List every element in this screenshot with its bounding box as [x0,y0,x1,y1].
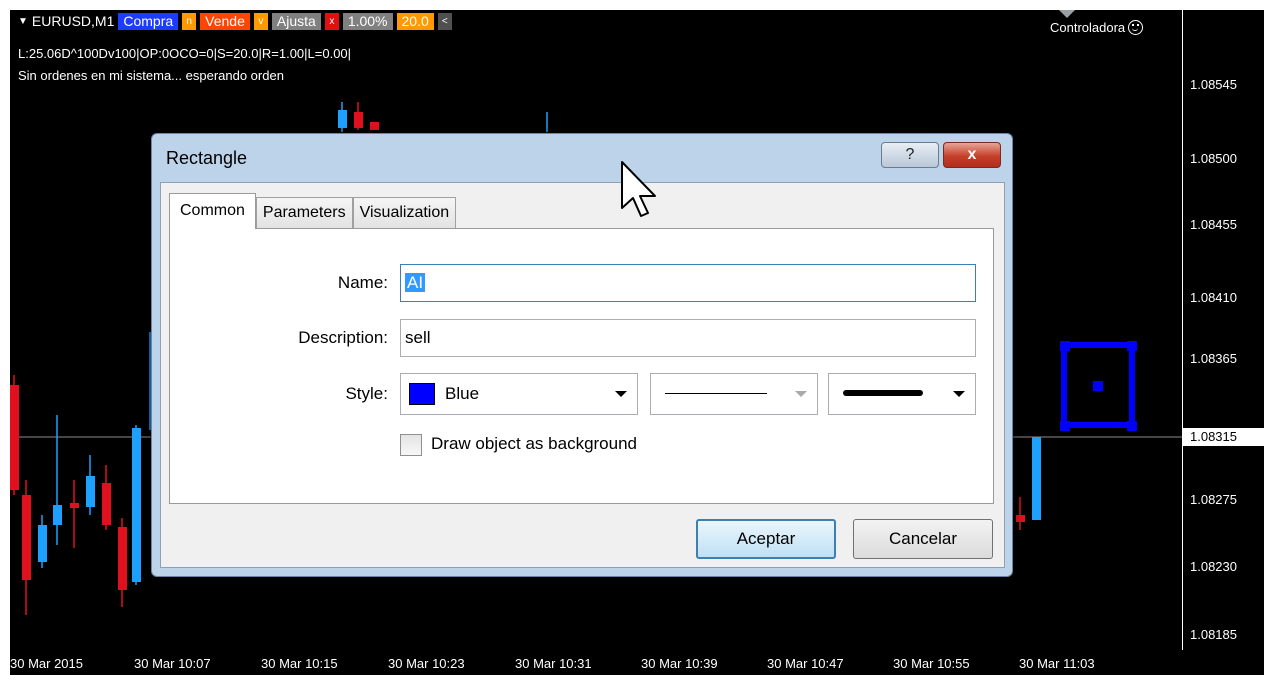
candle-body [370,122,379,130]
dropdown-triangle-icon[interactable]: ▼ [18,16,28,27]
close-orders-button[interactable]: x [324,12,339,30]
price-tick-label: 1.08545 [1190,77,1237,92]
candle-body [10,385,19,490]
time-tick-label: 30 Mar 10:23 [388,656,465,671]
dialog-body: Common Parameters Visualization Name: AI… [160,182,1005,568]
candle-body [70,503,79,508]
candle-body [102,483,111,525]
chart-header: ▼ EURUSD,M1 Compra n Vende v Ajusta x 1.… [18,12,452,30]
price-tick-label: 1.08410 [1190,290,1237,305]
collapse-panel-button[interactable]: < [437,12,452,30]
chevron-down-icon [795,391,807,397]
dialog-title: Rectangle [166,148,248,168]
candle-body [1016,515,1025,522]
current-price-label: 1.08315 [1182,428,1264,446]
price-tick-label: 1.08455 [1190,217,1237,232]
time-tick-label: 30 Mar 10:07 [134,656,211,671]
color-swatch [409,383,435,405]
style-label: Style: [345,384,388,403]
line-width-preview [843,390,923,396]
help-button[interactable]: ? [881,142,939,168]
candle-body [86,476,95,507]
price-axis[interactable] [1182,10,1264,650]
mouse-cursor-icon [621,161,656,217]
tab-strip: Common Parameters Visualization [169,193,457,229]
price-tick-label: 1.08500 [1190,151,1237,166]
ea-status-line: L:25.06D^100Dv100|OP:0OCO=0|S=20.0|R=1.0… [18,46,352,61]
common-tab-panel: Name: AI Description: sell Style: Blue D… [169,228,994,504]
expert-name: Controladora [1050,20,1126,35]
sell-mode-button[interactable]: v [253,12,268,30]
shift-marker-icon[interactable] [1059,10,1075,18]
candle-body [1032,437,1041,520]
selection-handle [1060,421,1070,431]
chevron-down-icon [953,391,965,397]
name-label: Name: [337,273,388,292]
selection-handle [1127,341,1137,351]
price-tick-label: 1.08275 [1190,492,1237,507]
time-axis[interactable]: 30 Mar 2015 30 Mar 10:07 30 Mar 10:15 30… [10,650,1264,675]
chevron-down-icon [615,391,627,397]
candle-body [118,527,127,590]
time-tick-label: 30 Mar 10:31 [515,656,592,671]
stop-field[interactable]: 20.0 [396,12,434,30]
name-input[interactable]: AI [400,264,976,302]
time-tick-label: 30 Mar 10:15 [261,656,338,671]
sell-button[interactable]: Vende [200,12,250,30]
name-value: AI [405,273,426,292]
time-tick-label: 30 Mar 2015 [10,656,83,671]
selection-handle [1060,341,1070,351]
symbol-label: EURUSD,M1 [31,13,115,29]
price-tick-label: 1.08365 [1190,351,1237,366]
selection-handle [1127,421,1137,431]
line-width-select[interactable] [828,373,976,415]
tab-visualization[interactable]: Visualization [352,197,457,229]
candle-body [53,505,62,525]
ok-button[interactable]: Aceptar [696,519,836,559]
adjust-button[interactable]: Ajusta [271,12,321,30]
buy-button[interactable]: Compra [118,12,179,30]
risk-percent-field[interactable]: 1.00% [342,12,393,30]
candle-body [38,525,47,562]
price-tick-label: 1.08230 [1190,559,1237,574]
dialog-title-bar[interactable]: Rectangle ? x [152,134,1012,182]
candle-body [338,110,347,128]
expert-advisor-label: Controladora [1050,20,1144,35]
selection-handle [1093,381,1103,391]
tab-parameters[interactable]: Parameters [255,197,353,229]
candle-body [132,428,141,582]
line-style-select[interactable] [650,373,818,415]
smiley-icon [1128,20,1144,35]
time-tick-label: 30 Mar 11:03 [1019,656,1095,671]
buy-mode-button[interactable]: n [182,12,197,30]
candle-body [354,112,363,128]
background-checkbox[interactable] [400,434,422,456]
close-button[interactable]: x [943,142,1001,168]
cancel-button[interactable]: Cancelar [853,519,993,559]
description-label: Description: [298,328,388,347]
candle-body [22,495,31,580]
color-value: Blue [445,384,480,403]
time-tick-label: 30 Mar 10:47 [767,656,844,671]
background-checkbox-label[interactable]: Draw object as background [431,434,637,454]
description-input[interactable]: sell [400,319,976,357]
time-tick-label: 30 Mar 10:39 [641,656,718,671]
price-tick-label: 1.08185 [1190,627,1237,642]
tab-common[interactable]: Common [169,193,256,229]
time-tick-label: 30 Mar 10:55 [893,656,970,671]
line-style-preview [665,393,767,394]
color-select[interactable]: Blue [400,373,638,415]
ea-message-line: Sin ordenes en mi sistema... esperando o… [18,68,284,83]
rectangle-properties-dialog: Rectangle ? x Common Parameters Visualiz… [151,133,1013,577]
